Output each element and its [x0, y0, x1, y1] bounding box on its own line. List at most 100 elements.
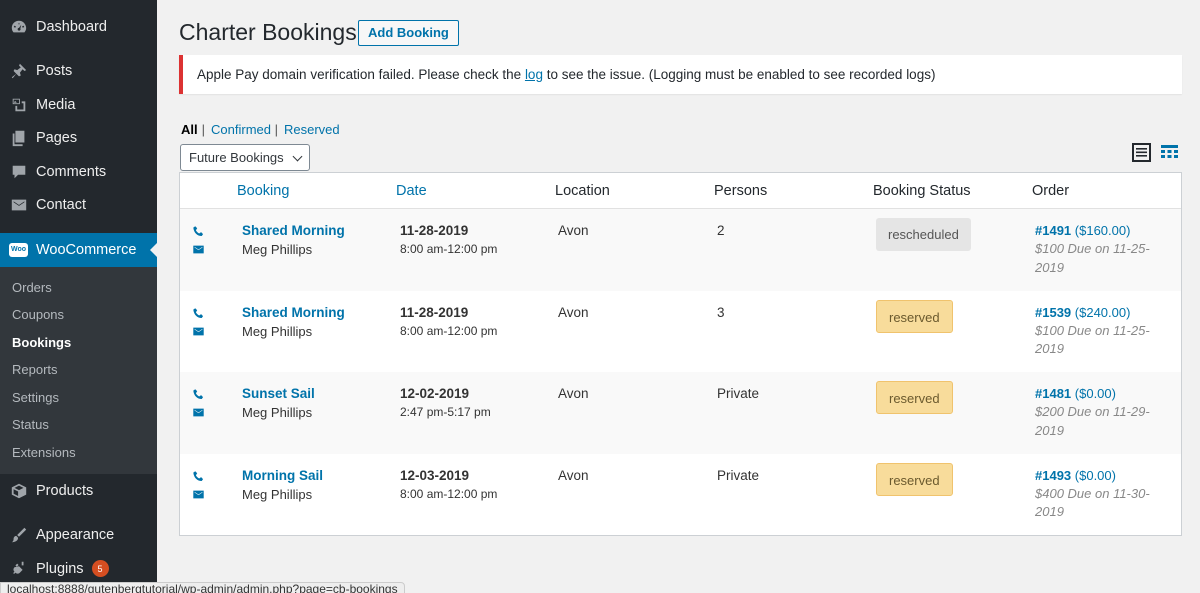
email-icon[interactable] [192, 406, 208, 420]
booking-location: Avon [558, 386, 589, 401]
booking-persons: Private [717, 386, 760, 401]
menu-label: WooCommerce [36, 241, 137, 258]
customer-name: Meg Phillips [242, 405, 313, 420]
plugins-update-count: 5 [91, 560, 109, 578]
error-notice: Apple Pay domain verification failed. Pl… [179, 55, 1182, 94]
email-icon[interactable] [192, 325, 208, 339]
order-link[interactable]: #1491 ($160.00) [1035, 223, 1160, 238]
status-badge: reserved [876, 299, 953, 333]
submenu-item-settings[interactable]: Settings [0, 384, 157, 412]
booking-title-link[interactable]: Morning Sail [242, 468, 323, 483]
status-badge: reserved [876, 462, 953, 496]
column-booking[interactable]: Booking [237, 183, 289, 199]
table-row: Morning Sail Meg Phillips 12-03-2019 8:0… [180, 454, 1181, 536]
media-icon [9, 95, 28, 114]
list-view-icon[interactable] [1132, 143, 1151, 162]
customer-name: Meg Phillips [242, 486, 313, 502]
table-row: Sunset Sail Meg Phillips 12-02-2019 2:47… [180, 372, 1181, 454]
booking-title-link[interactable]: Shared Morning [242, 305, 345, 320]
page-title: Charter Bookings [179, 19, 357, 45]
envelope-icon [9, 196, 28, 215]
column-location: Location [555, 183, 610, 199]
menu-item-woocommerce[interactable]: Woo WooCommerce [0, 233, 158, 267]
booking-location: Avon [558, 467, 589, 483]
amount-due: $100 Due on 11-25-2019 [1035, 322, 1150, 357]
plug-icon [9, 559, 28, 578]
booking-persons: 3 [717, 304, 725, 320]
filter-reserved[interactable]: Reserved [284, 122, 340, 137]
calendar-view-icon[interactable] [1160, 143, 1179, 162]
notice-text-after: to see the issue. (Logging must be enabl… [542, 67, 936, 82]
submenu-item-reports[interactable]: Reports [0, 356, 157, 384]
booking-time: 8:00 am-12:00 pm [400, 323, 498, 338]
booking-date: 11-28-2019 [400, 223, 469, 238]
amount-due: $400 Due on 11-30-2019 [1035, 485, 1150, 520]
menu-label: Dashboard [36, 18, 107, 35]
chevron-down-icon [292, 151, 303, 162]
menu-label: Pages [36, 130, 78, 147]
menu-item-appearance[interactable]: Appearance [0, 519, 157, 553]
amount-due: $200 Due on 11-29-2019 [1035, 404, 1150, 438]
menu-item-contact[interactable]: Contact [0, 189, 157, 223]
order-link[interactable]: #1493 ($0.00) [1035, 468, 1160, 483]
booking-title-link[interactable]: Sunset Sail [242, 386, 315, 401]
menu-item-media[interactable]: Media [0, 88, 157, 122]
order-link[interactable]: #1539 ($240.00) [1035, 305, 1160, 320]
select-value: Future Bookings [189, 150, 284, 165]
order-link[interactable]: #1481 ($0.00) [1035, 386, 1160, 401]
main-content: Charter Bookings Add Booking Apple Pay d… [157, 0, 1200, 593]
menu-label: Products [36, 482, 94, 499]
bookings-range-select[interactable]: Future Bookings [180, 144, 310, 171]
column-order: Order [1032, 183, 1070, 199]
phone-icon[interactable] [192, 307, 208, 321]
booking-time: 8:00 am-12:00 pm [400, 242, 498, 256]
filter-confirmed[interactable]: Confirmed [211, 122, 271, 137]
filter-separator: | [201, 122, 206, 137]
woocommerce-icon: Woo [9, 240, 28, 259]
pages-icon [9, 129, 28, 148]
submenu-item-bookings[interactable]: Bookings [0, 329, 157, 357]
comment-icon [9, 162, 28, 181]
menu-item-posts[interactable]: Posts [0, 55, 157, 89]
column-booking-status: Booking Status [873, 183, 971, 199]
submenu-item-coupons[interactable]: Coupons [0, 301, 157, 329]
booking-date: 12-02-2019 [400, 386, 470, 401]
menu-item-plugins[interactable]: Plugins 5 [0, 552, 157, 586]
box-icon [9, 481, 28, 500]
booking-time: 8:00 am-12:00 pm [400, 486, 498, 501]
booking-time: 2:47 pm-5:17 pm [400, 405, 491, 419]
booking-persons: 2 [717, 223, 725, 238]
phone-icon[interactable] [192, 388, 208, 402]
add-booking-button[interactable]: Add Booking [358, 20, 459, 46]
dashboard-icon [9, 17, 28, 36]
menu-item-products[interactable]: Products [0, 474, 157, 508]
menu-item-dashboard[interactable]: Dashboard [0, 10, 157, 44]
phone-icon[interactable] [192, 225, 208, 239]
menu-label: Media [36, 96, 76, 113]
bookings-table: Booking Date Location Persons Booking St… [179, 172, 1182, 536]
filter-all[interactable]: All [181, 122, 198, 137]
admin-sidebar: Dashboard Posts Media Pages Comments Con… [0, 0, 158, 593]
email-icon[interactable] [192, 488, 208, 502]
table-header: Booking Date Location Persons Booking St… [180, 173, 1181, 209]
booking-title-link[interactable]: Shared Morning [242, 223, 345, 238]
menu-label: Contact [36, 197, 86, 214]
menu-label: Plugins [36, 560, 84, 577]
notice-text-before: Apple Pay domain verification failed. Pl… [197, 67, 525, 82]
email-icon[interactable] [192, 243, 208, 257]
menu-item-comments[interactable]: Comments [0, 155, 157, 189]
customer-name: Meg Phillips [242, 242, 313, 257]
menu-item-pages[interactable]: Pages [0, 122, 157, 156]
booking-persons: Private [717, 467, 760, 483]
woocommerce-submenu: Orders Coupons Bookings Reports Settings… [0, 266, 157, 474]
booking-date: 12-03-2019 [400, 467, 470, 483]
submenu-item-extensions[interactable]: Extensions [0, 439, 157, 467]
notice-log-link[interactable]: log [525, 67, 543, 82]
table-row: Shared Morning Meg Phillips 11-28-2019 8… [180, 291, 1181, 373]
status-badge: rescheduled [876, 218, 971, 251]
browser-status-url: localhost:8888/gutenbergtutorial/wp-admi… [0, 582, 405, 593]
submenu-item-orders[interactable]: Orders [0, 274, 157, 302]
phone-icon[interactable] [192, 470, 208, 484]
column-date[interactable]: Date [396, 183, 427, 199]
submenu-item-status[interactable]: Status [0, 411, 157, 439]
